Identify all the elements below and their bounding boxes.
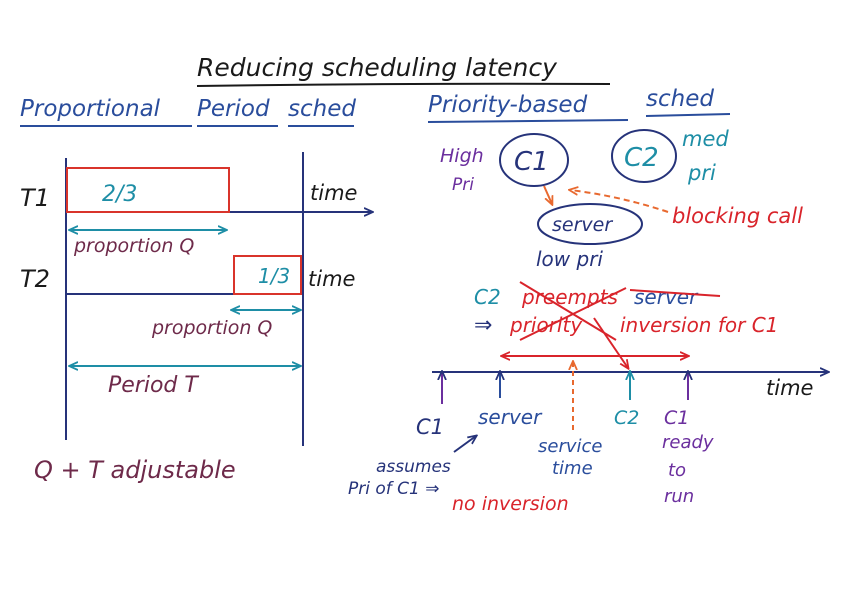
event-service-label-2: time — [552, 458, 593, 479]
t1-allocation-box — [66, 167, 230, 213]
assumes-label: assumes — [376, 457, 451, 477]
event-c1-ready-label-4: run — [664, 486, 694, 507]
event-c1-ready-label-3: to — [668, 460, 686, 481]
med-pri-label-2: pri — [687, 161, 716, 185]
proportion-q-2: proportion Q — [151, 317, 272, 339]
heading-priority-based: Priority-based — [428, 92, 588, 118]
proportion-q-1: proportion Q — [73, 235, 194, 257]
heading-proportional: Proportional — [20, 96, 161, 122]
t2-label: T2 — [20, 265, 50, 293]
page-title: Reducing scheduling latency — [197, 53, 558, 82]
low-pri-label: low pri — [536, 247, 603, 271]
assumes-arrow — [453, 436, 476, 453]
c2-prefix: C2 — [474, 285, 501, 309]
heading-sched-right-underline — [645, 113, 731, 117]
heading-priority-underline — [427, 119, 629, 123]
lecture-diagram: Reducing scheduling latency Proportional… — [20, 53, 859, 515]
struck-preempts: preempts — [521, 285, 618, 309]
struck-priority: priority — [509, 313, 583, 337]
heading-sched-left: sched — [288, 96, 356, 122]
c1-to-server-arrow — [543, 185, 552, 204]
adjustable-note: Q + T adjustable — [34, 456, 236, 484]
server-word: server — [634, 285, 699, 309]
event-server-label: server — [478, 405, 543, 429]
event-c1-label: C1 — [416, 415, 444, 439]
c1-node-label: C1 — [514, 147, 549, 177]
inversion-text: inversion for C1 — [620, 313, 778, 337]
heading-sched-right: sched — [646, 86, 714, 112]
c2-node-label: C2 — [624, 143, 659, 173]
med-pri-label: med — [682, 127, 729, 151]
high-pri-label-2: Pri — [452, 175, 474, 195]
implies-arrow: ⇒ — [474, 313, 492, 338]
t2-fraction: 1/3 — [258, 264, 290, 288]
period-t-label: Period T — [108, 373, 199, 398]
t1-label: T1 — [20, 184, 50, 212]
event-service-label: service — [538, 436, 602, 457]
no-inversion-label: no inversion — [452, 493, 569, 515]
event-c1-ready-label: C1 — [664, 407, 689, 429]
heading-period: Period — [197, 96, 270, 122]
blocking-call-arrow — [570, 190, 669, 213]
blocking-call-label: blocking call — [672, 204, 803, 228]
high-pri-label: High — [440, 145, 484, 167]
time-label-t2: time — [308, 267, 355, 291]
time-label-t1: time — [310, 181, 357, 205]
event-c1-ready-label-2: ready — [662, 432, 714, 453]
title-underline — [196, 82, 611, 87]
server-node-label: server — [552, 214, 613, 236]
t1-fraction: 2/3 — [102, 182, 137, 207]
event-c2-label: C2 — [614, 407, 639, 429]
assumes-label-2: Pri of C1 ⇒ — [348, 479, 440, 499]
right-time-label: time — [766, 376, 813, 400]
